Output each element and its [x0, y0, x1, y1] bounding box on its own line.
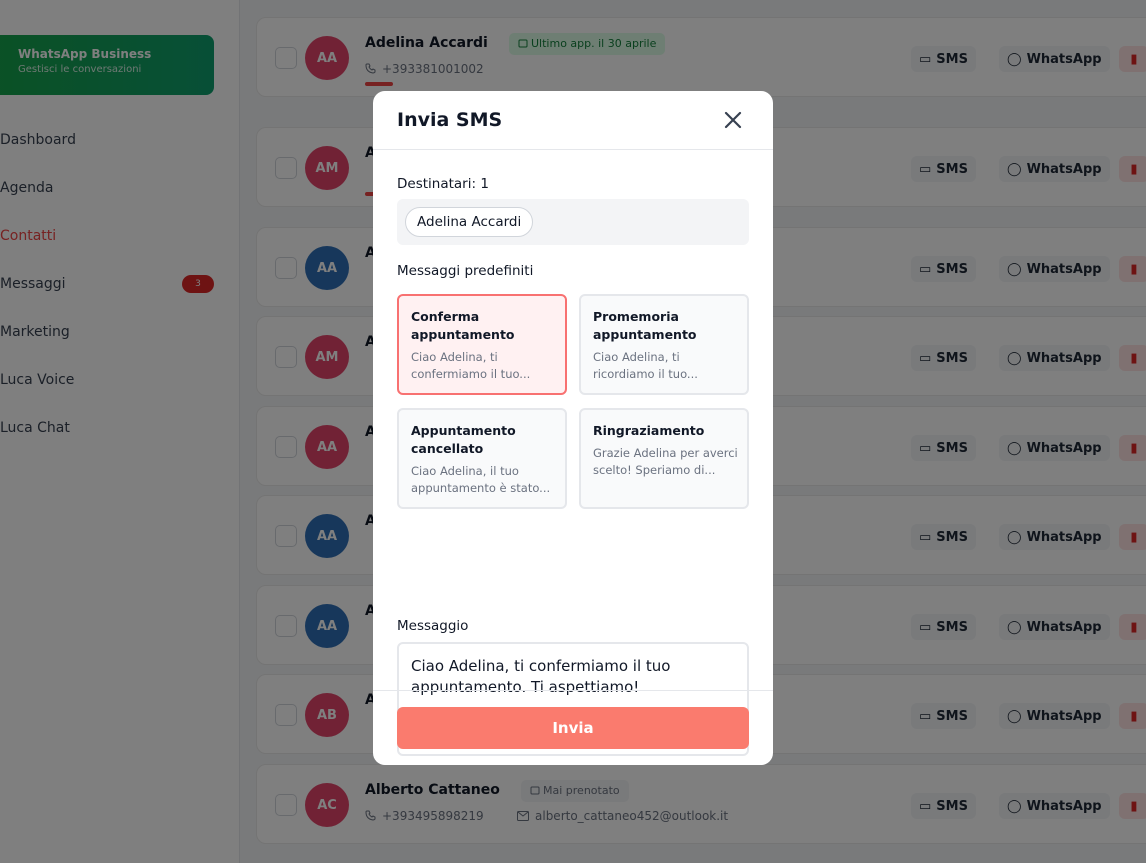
template-title: Ringraziamento [593, 423, 705, 438]
template-preview: Ciao Adelina, ti confermiamo il tuo... [411, 350, 531, 381]
template-title: Conferma appuntamento [411, 309, 515, 342]
recipients-label: Destinatari: 1 [397, 176, 489, 192]
template-title: Promemoria appuntamento [593, 309, 697, 342]
send-button[interactable]: Invia [397, 707, 749, 749]
message-label: Messaggio [397, 618, 469, 634]
recipients-box: Adelina Accardi [397, 199, 749, 245]
template-card-ringraziamento[interactable]: Ringraziamento Grazie Adelina per averci… [579, 408, 749, 509]
template-title: Appuntamento cancellato [411, 423, 516, 456]
dialog-header: Invia SMS [373, 91, 773, 150]
template-preview: Ciao Adelina, ti ricordiamo il tuo... [593, 350, 698, 381]
close-icon [724, 111, 742, 129]
template-card-cancellato[interactable]: Appuntamento cancellato Ciao Adelina, il… [397, 408, 567, 509]
dialog-footer: Invia [373, 690, 773, 765]
send-sms-dialog: Invia SMS Destinatari: 1 Adelina Accardi… [373, 91, 773, 765]
template-card-promemoria[interactable]: Promemoria appuntamento Ciao Adelina, ti… [579, 294, 749, 395]
template-preview: Ciao Adelina, il tuo appuntamento è stat… [411, 464, 551, 495]
templates-label: Messaggi predefiniti [397, 263, 534, 279]
template-preview: Grazie Adelina per averci scelto! Speria… [593, 446, 738, 477]
template-card-conferma[interactable]: Conferma appuntamento Ciao Adelina, ti c… [397, 294, 567, 395]
recipient-chip[interactable]: Adelina Accardi [405, 207, 534, 237]
dialog-title: Invia SMS [397, 109, 503, 131]
close-button[interactable] [721, 108, 745, 132]
